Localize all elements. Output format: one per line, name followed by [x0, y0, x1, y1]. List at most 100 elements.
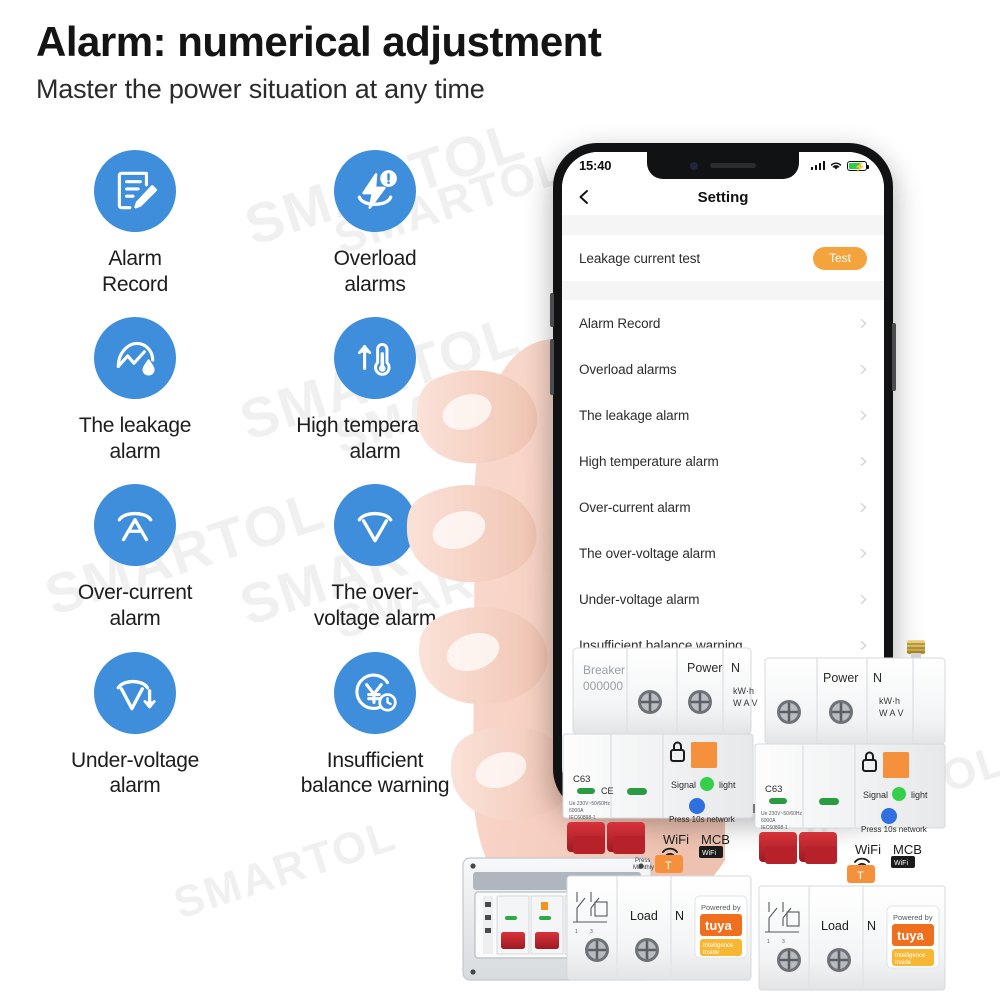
breaker-switch-handle: [607, 822, 645, 854]
list-item[interactable]: The leakage alarm: [562, 392, 884, 438]
phone-notch: [647, 152, 799, 179]
nav-title: Setting: [697, 188, 749, 206]
list-item[interactable]: High temperature alarm: [562, 438, 884, 484]
breaker-module-left: Breaker 000000 Power N kW·h W A V C63 CE…: [562, 647, 758, 981]
neutral-label: N: [873, 671, 882, 685]
gauge-droplet-icon: [94, 317, 176, 400]
neutral-label: N: [731, 661, 740, 675]
tuya-brand: tuya: [705, 918, 733, 933]
chevron-right-icon: [860, 318, 867, 328]
back-chevron-icon[interactable]: [575, 188, 593, 206]
terminal-screw: [827, 948, 851, 972]
load-neutral-label: N: [867, 919, 876, 933]
front-camera-icon: [690, 161, 698, 170]
ampere-arc-icon: [94, 484, 176, 567]
breaker-serial: 000000: [583, 679, 623, 693]
feature-label: Overload alarms: [333, 247, 417, 296]
phone-power-button[interactable]: [892, 323, 896, 391]
list-item-label: Under-voltage alarm: [579, 591, 700, 607]
svg-text:WiFi: WiFi: [894, 860, 908, 867]
page-title: Alarm: numerical adjustment: [36, 18, 602, 65]
network-button[interactable]: [689, 798, 705, 814]
orange-indicator: [691, 742, 717, 768]
terminal-screw: [635, 938, 659, 962]
tuya-powered-by: Powered by: [701, 903, 741, 912]
list-item-label: Overload alarms: [579, 361, 677, 377]
circuit-breaker-devices: Breaker 000000 Power N kW·h W A V C63 CE…: [462, 640, 946, 991]
terminal-screw: [777, 700, 801, 724]
row-label: Leakage current test: [579, 250, 701, 266]
status-clock: 15:40: [579, 158, 612, 173]
list-item[interactable]: The over-voltage alarm: [562, 530, 884, 576]
breaker-label: Breaker: [583, 663, 625, 677]
chevron-right-icon: [860, 456, 867, 466]
chevron-right-icon: [860, 410, 867, 420]
tuya-brand: tuya: [897, 928, 925, 943]
power-label: Power: [687, 661, 722, 675]
leakage-current-test-row[interactable]: Leakage current test Test: [562, 235, 884, 281]
earpiece-speaker-icon: [710, 163, 756, 168]
svg-text:3: 3: [782, 939, 785, 945]
status-indicators: ⚡: [810, 160, 870, 172]
chevron-right-icon: [860, 364, 867, 374]
feature-label: Under-voltage alarm: [70, 748, 199, 798]
test-button-label: T: [857, 870, 864, 882]
power-label: Power: [823, 671, 858, 685]
terminal-screw: [829, 700, 853, 724]
tuya-tagline-1: Intelligence: [703, 943, 734, 949]
orange-indicator: [883, 752, 909, 778]
feature-label: Over-current alarm: [77, 581, 193, 631]
chevron-right-icon: [860, 502, 867, 512]
tuya-tagline-2: Inside: [703, 950, 720, 956]
svg-text:CE: CE: [601, 786, 614, 796]
page-subtitle: Master the power situation at any time: [36, 74, 485, 105]
list-item-label: The leakage alarm: [579, 407, 690, 423]
terminal-screw: [585, 938, 609, 962]
mcb-label: MCB: [701, 832, 730, 847]
spec-line-3: IEC60898-1: [569, 815, 596, 821]
chevron-right-icon: [860, 548, 867, 558]
list-item[interactable]: Over-current alarm: [562, 484, 884, 530]
spec-line-2: 6000A: [761, 818, 776, 824]
signal-label: Signal: [863, 790, 888, 800]
list-item-label: High temperature alarm: [579, 453, 719, 469]
tuya-powered-by: Powered by: [893, 913, 933, 922]
terminal-screw: [777, 948, 801, 972]
light-label: light: [719, 780, 736, 790]
list-item[interactable]: Under-voltage alarm: [562, 576, 884, 622]
network-button[interactable]: [881, 808, 897, 824]
list-item[interactable]: Overload alarms: [562, 346, 884, 392]
feature-item-leakage-alarm: The leakage alarm: [20, 317, 250, 464]
tuya-tagline-2: Inside: [895, 960, 912, 966]
tuya-badge: Powered by tuya Intelligence Inside: [886, 905, 940, 969]
feature-item-overload-alarms: Overload alarms: [260, 150, 490, 297]
svg-text:WiFi: WiFi: [702, 850, 716, 857]
load-neutral-label: N: [675, 909, 684, 923]
alarm-settings-list: Alarm Record Overload alarms The leakage…: [562, 300, 884, 668]
meter-symbols: W A V: [733, 698, 758, 708]
breaker-rating: C63: [573, 774, 590, 785]
nav-bar: Setting: [562, 179, 884, 215]
spec-line-1: Ue 230V~50/60Hz: [761, 811, 803, 817]
meter-unit: kW·h: [733, 686, 754, 696]
wifi-label: WiFi: [855, 842, 881, 857]
signal-bars-icon: [810, 161, 825, 170]
signal-led-green: [700, 777, 714, 791]
status-led-green: [819, 798, 839, 805]
signal-label: Signal: [671, 780, 696, 790]
list-item-label: Over-current alarm: [579, 499, 691, 515]
meter-symbols: W A V: [879, 708, 904, 718]
breaker-switch-handle: [799, 832, 837, 864]
section-gap: [562, 215, 884, 235]
list-item[interactable]: Alarm Record: [562, 300, 884, 346]
svg-text:Press: Press: [635, 858, 650, 864]
chevron-right-icon: [860, 594, 867, 604]
tuya-tagline-1: Intelligence: [895, 953, 926, 959]
section-gap: [562, 281, 884, 300]
breaker-switch-handle: [759, 832, 797, 864]
network-label: Press 10s network: [861, 825, 928, 834]
meter-unit: kW·h: [879, 696, 900, 706]
document-pencil-icon: [94, 150, 176, 232]
volt-down-arrow-icon: [94, 651, 176, 734]
leakage-test-button[interactable]: Test: [812, 246, 867, 270]
